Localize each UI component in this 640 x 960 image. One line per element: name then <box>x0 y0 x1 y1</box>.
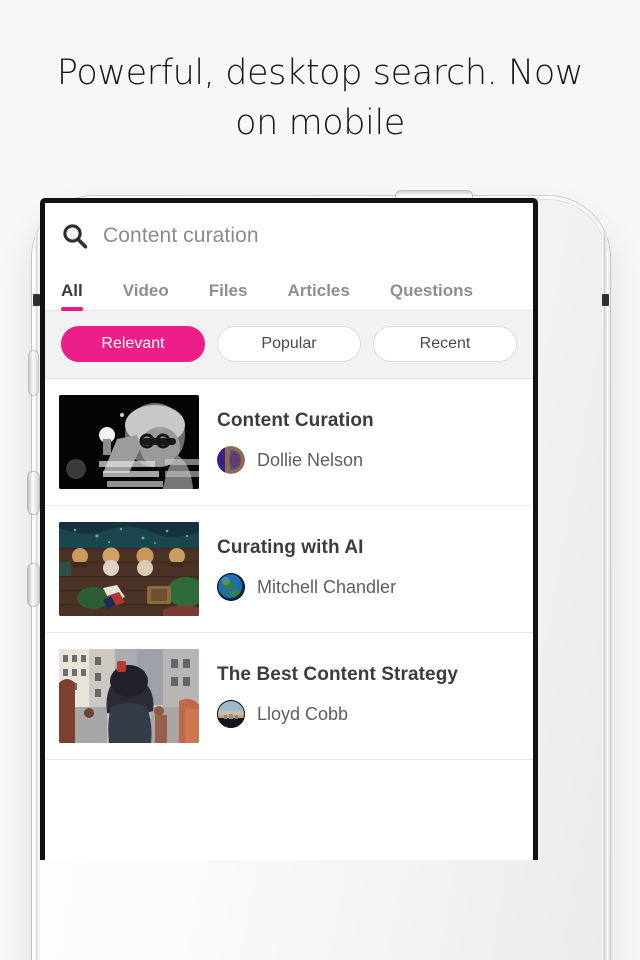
result-item[interactable]: Curating with AI Mitchell Chandler <box>45 506 533 633</box>
result-author-name: Lloyd Cobb <box>257 703 349 724</box>
tab-articles[interactable]: Articles <box>287 281 349 310</box>
filter-popular[interactable]: Popular <box>217 326 361 362</box>
result-text: Content Curation Dollie Nelson <box>217 410 374 474</box>
device-right-edge <box>601 232 607 960</box>
result-title[interactable]: The Best Content Strategy <box>217 664 458 686</box>
tab-bar: All Video Files Articles Questions <box>45 269 533 311</box>
result-item[interactable]: Content Curation Dollie Nelson <box>45 379 533 506</box>
volume-down-button[interactable] <box>28 564 39 606</box>
page-root: Powerful, desktop search. Now on mobile … <box>0 0 640 960</box>
search-input[interactable]: Content curation <box>103 224 259 248</box>
result-author-row: Dollie Nelson <box>217 446 374 474</box>
result-title[interactable]: Curating with AI <box>217 537 396 559</box>
result-author-name: Dollie Nelson <box>257 449 364 470</box>
tab-files[interactable]: Files <box>209 281 248 310</box>
avatar <box>217 700 245 728</box>
antenna-notch-left <box>33 294 40 306</box>
avatar <box>217 446 245 474</box>
volume-up-button[interactable] <box>28 472 39 514</box>
tab-video[interactable]: Video <box>123 281 169 310</box>
antenna-notch-right <box>602 294 609 306</box>
result-title[interactable]: Content Curation <box>217 410 374 432</box>
result-author-row: Mitchell Chandler <box>217 573 396 601</box>
result-author-row: Lloyd Cobb <box>217 700 458 728</box>
filter-pill-group: Relevant Popular Recent <box>45 311 533 379</box>
app-screen: Content curation All Video Files Article… <box>45 203 533 860</box>
avatar <box>217 573 245 601</box>
silent-switch[interactable] <box>29 351 38 395</box>
result-item[interactable]: The Best Content Strategy Lloyd Cobb <box>45 633 533 760</box>
filter-relevant[interactable]: Relevant <box>61 326 205 362</box>
result-thumbnail <box>59 649 199 743</box>
page-title: Powerful, desktop search. Now on mobile <box>56 53 584 143</box>
phone-screen-bezel: Content curation All Video Files Article… <box>40 198 538 860</box>
result-thumbnail <box>59 395 199 489</box>
search-icon <box>61 222 89 250</box>
tab-all[interactable]: All <box>61 281 83 311</box>
result-text: The Best Content Strategy Lloyd Cobb <box>217 664 458 728</box>
filter-recent[interactable]: Recent <box>373 326 517 362</box>
result-thumbnail <box>59 522 199 616</box>
search-bar[interactable]: Content curation <box>45 203 533 269</box>
tab-questions[interactable]: Questions <box>390 281 473 310</box>
result-author-name: Mitchell Chandler <box>257 576 397 597</box>
result-text: Curating with AI Mitchell Chandler <box>217 537 396 601</box>
results-list: Content Curation Dollie Nelson Curating … <box>45 379 533 760</box>
